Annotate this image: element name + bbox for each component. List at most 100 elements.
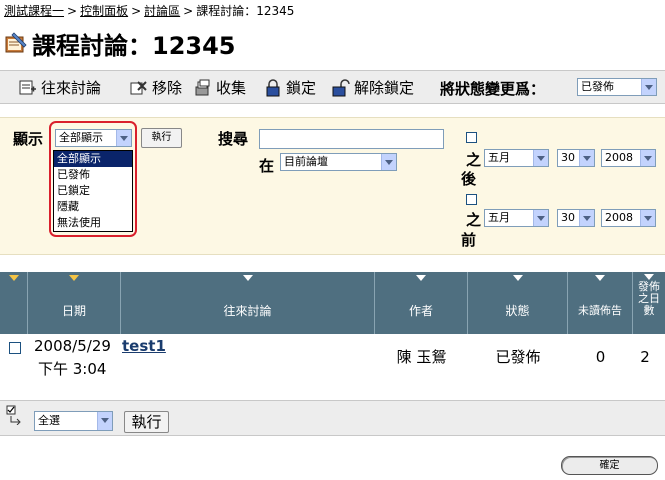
chevron-down-icon <box>116 130 131 146</box>
lock-icon <box>266 78 280 96</box>
header-date-label: 日期 <box>61 304 86 318</box>
show-option-locked[interactable]: 已鎖定 <box>54 183 132 199</box>
chevron-down-icon <box>533 150 548 166</box>
breadcrumb-current: 課程討論：12345 <box>196 4 295 18</box>
header-date[interactable]: 日期 <box>28 272 121 334</box>
show-select-value: 全部顯示 <box>59 131 103 144</box>
remove-button[interactable]: 移除 <box>129 77 182 98</box>
header-unread[interactable]: 未讀佈告 <box>568 272 633 334</box>
after-label-1: 之 <box>466 151 482 169</box>
new-thread-icon <box>19 80 36 94</box>
after-year-value: 2008 <box>605 151 633 164</box>
change-state-label: 將狀態變更爲： <box>440 80 546 98</box>
before-month-select[interactable]: 五月 <box>484 209 549 227</box>
row-unread-count: 0 <box>595 348 606 366</box>
row-checkbox[interactable] <box>9 342 21 354</box>
before-month-value: 五月 <box>488 211 510 224</box>
change-state-select[interactable]: 已發佈 <box>577 78 657 96</box>
header-total[interactable]: 發佈之日數 <box>633 272 665 334</box>
chevron-down-icon <box>579 150 594 166</box>
header-status-label: 狀態 <box>505 304 530 318</box>
row-time: 下午 3:04 <box>38 360 107 378</box>
remove-button-label: 移除 <box>152 79 183 97</box>
header-author[interactable]: 作者 <box>375 272 468 334</box>
title-row: 課程討論：12345 <box>4 26 236 60</box>
chevron-down-icon <box>533 210 548 226</box>
action-toolbar: 往來討論 移除 收集 鎖定 解除鎖定 將狀態變更爲： 已發佈 <box>0 70 665 104</box>
header-total-label: 發佈之日數 <box>638 280 660 317</box>
lock-button-label: 鎖定 <box>286 79 317 97</box>
header-thread[interactable]: 往來討論 <box>121 272 375 334</box>
sort-arrow-icon <box>69 275 79 281</box>
header-unread-label: 未讀佈告 <box>578 304 622 317</box>
change-state-value: 已發佈 <box>581 80 614 93</box>
unlock-button-label: 解除鎖定 <box>354 79 415 97</box>
after-label-2: 後 <box>461 170 477 188</box>
header-thread-label: 往來討論 <box>223 304 272 318</box>
row-total-count: 2 <box>640 348 650 366</box>
bulk-go-button[interactable]: 執行 <box>124 411 169 433</box>
breadcrumb-discussion-board[interactable]: 討論區 <box>144 4 180 18</box>
unlock-button[interactable]: 解除鎖定 <box>331 77 414 98</box>
bulk-select-value: 全選 <box>38 414 60 427</box>
after-day-select[interactable]: 30 <box>557 149 595 167</box>
after-date-checkbox[interactable] <box>466 132 477 143</box>
breadcrumb-course[interactable]: 測試課程一 <box>4 4 64 18</box>
ok-button[interactable]: 確定 <box>561 456 658 475</box>
before-date-checkbox[interactable] <box>466 194 477 205</box>
header-select-column <box>0 272 28 334</box>
breadcrumb-control-panel[interactable]: 控制面板 <box>80 4 128 18</box>
chevron-down-icon <box>97 412 112 430</box>
show-option-unavailable[interactable]: 無法使用 <box>54 215 132 231</box>
show-option-published[interactable]: 已發佈 <box>54 167 132 183</box>
breadcrumb-separator: > <box>131 4 142 18</box>
breadcrumb: 測試課程一 > 控制面板 > 討論區 > 課程討論：12345 <box>4 2 294 19</box>
show-select[interactable]: 全部顯示 <box>55 129 132 147</box>
show-option-all[interactable]: 全部顯示 <box>54 151 132 167</box>
header-author-label: 作者 <box>408 304 433 318</box>
chevron-down-icon <box>579 210 594 226</box>
collect-icon <box>195 79 210 95</box>
select-arrow-icon <box>6 405 21 425</box>
thread-button-label: 往來討論 <box>41 79 102 97</box>
scope-select-value: 目前論壇 <box>284 155 328 168</box>
row-status: 已發佈 <box>495 348 541 366</box>
lock-button[interactable]: 鎖定 <box>263 77 316 98</box>
page-title: 課程討論：12345 <box>32 31 236 60</box>
scope-select[interactable]: 目前論壇 <box>280 153 397 171</box>
sort-arrow-icon <box>416 275 426 281</box>
after-month-select[interactable]: 五月 <box>484 149 549 167</box>
thread-button[interactable]: 往來討論 <box>18 77 101 98</box>
after-year-select[interactable]: 2008 <box>601 149 656 167</box>
row-date: 2008/5/29 <box>34 337 111 355</box>
table-row: 2008/5/29 下午 3:04 test1 陳 玉鴛 已發佈 0 2 <box>0 334 665 384</box>
before-year-select[interactable]: 2008 <box>601 209 656 227</box>
bulk-action-bar: 全選 執行 <box>0 400 665 436</box>
breadcrumb-separator: > <box>67 4 78 18</box>
remove-icon <box>130 80 147 94</box>
thread-link[interactable]: test1 <box>122 337 166 355</box>
bulk-select[interactable]: 全選 <box>34 411 113 431</box>
before-label-1: 之 <box>466 211 482 229</box>
collect-button[interactable]: 收集 <box>193 77 246 98</box>
sort-arrow-icon <box>512 275 523 281</box>
in-label: 在 <box>259 157 275 175</box>
sort-arrow-icon <box>595 275 605 281</box>
header-status[interactable]: 狀態 <box>468 272 568 334</box>
breadcrumb-separator: > <box>183 4 194 18</box>
search-input[interactable] <box>259 129 444 149</box>
chevron-down-icon <box>640 150 655 166</box>
after-day-value: 30 <box>561 151 575 164</box>
sort-arrow-icon <box>8 275 19 281</box>
discussion-board-icon <box>5 32 27 53</box>
collect-button-label: 收集 <box>216 79 247 97</box>
chevron-down-icon <box>641 79 656 95</box>
chevron-down-icon <box>640 210 655 226</box>
show-label: 顯示 <box>13 130 44 148</box>
row-author: 陳 玉鴛 <box>396 348 447 366</box>
filter-go-button[interactable]: 執行 <box>141 128 182 148</box>
before-day-select[interactable]: 30 <box>557 209 595 227</box>
unlock-icon <box>332 78 350 96</box>
before-year-value: 2008 <box>605 211 633 224</box>
show-option-hidden[interactable]: 隱藏 <box>54 199 132 215</box>
